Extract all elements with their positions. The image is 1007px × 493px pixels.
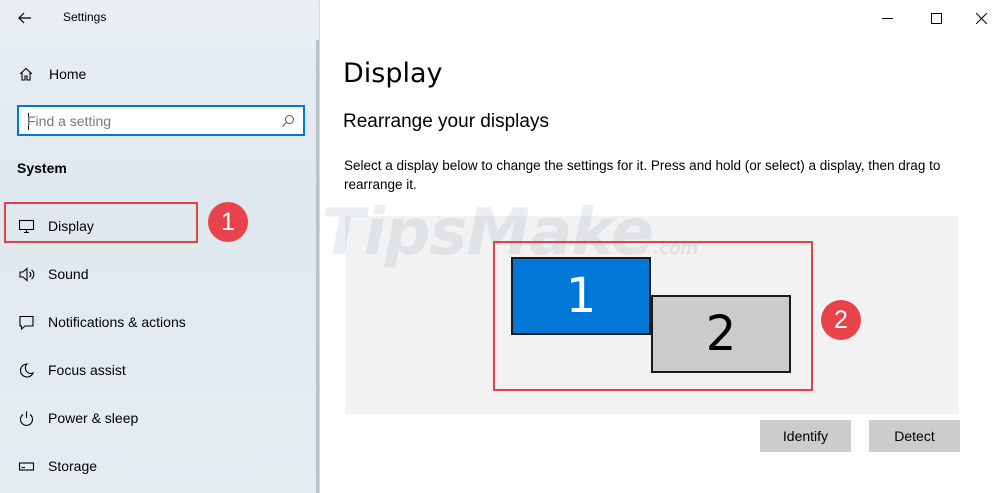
speaker-icon <box>19 267 35 282</box>
section-heading: Rearrange your displays <box>343 111 549 132</box>
maximize-button[interactable] <box>913 4 959 32</box>
sidebar-item-notifications[interactable]: Notifications & actions <box>0 302 320 342</box>
sidebar: Settings Home System Display Sound <box>0 0 320 493</box>
back-button[interactable] <box>10 4 40 32</box>
sidebar-item-label: Notifications & actions <box>48 314 186 330</box>
annotation-badge-2: 2 <box>821 300 861 340</box>
identify-button[interactable]: Identify <box>760 420 851 452</box>
power-icon <box>19 411 34 426</box>
sidebar-item-focus-assist[interactable]: Focus assist <box>0 350 320 390</box>
sidebar-item-sound[interactable]: Sound <box>0 254 320 294</box>
section-title: System <box>17 160 67 176</box>
sidebar-scrollbar[interactable] <box>316 40 319 493</box>
back-arrow-icon <box>18 12 31 24</box>
minimize-button[interactable] <box>864 4 910 32</box>
annotation-badge-1: 1 <box>208 202 248 242</box>
sidebar-item-label: Power & sleep <box>48 410 139 426</box>
sidebar-item-home[interactable]: Home <box>0 56 320 92</box>
sidebar-item-storage[interactable]: Storage <box>0 446 320 486</box>
detect-button[interactable]: Detect <box>869 420 960 452</box>
sidebar-item-label: Sound <box>48 266 89 282</box>
notification-icon <box>19 315 34 331</box>
main-content: Display Rearrange your displays Select a… <box>321 0 1007 493</box>
moon-icon <box>19 363 35 378</box>
page-title: Display <box>343 58 443 89</box>
title-bar-left: Settings <box>0 0 320 36</box>
sidebar-item-label: Home <box>49 66 87 82</box>
search-field[interactable] <box>17 105 305 136</box>
maximize-icon <box>930 12 942 24</box>
highlight-box-display <box>4 202 198 243</box>
search-input[interactable] <box>27 112 267 130</box>
sidebar-item-label: Storage <box>48 458 98 474</box>
home-icon <box>19 67 33 81</box>
sidebar-item-power-sleep[interactable]: Power & sleep <box>0 398 320 438</box>
sidebar-item-label: Focus assist <box>48 362 126 378</box>
highlight-box-displays <box>493 241 813 391</box>
minimize-icon <box>881 17 893 19</box>
description-text: Select a display below to change the set… <box>344 158 941 192</box>
close-button[interactable] <box>958 4 1004 32</box>
storage-icon <box>18 462 35 471</box>
close-icon <box>975 12 987 24</box>
app-title: Settings <box>63 10 107 24</box>
search-icon[interactable] <box>281 114 295 128</box>
